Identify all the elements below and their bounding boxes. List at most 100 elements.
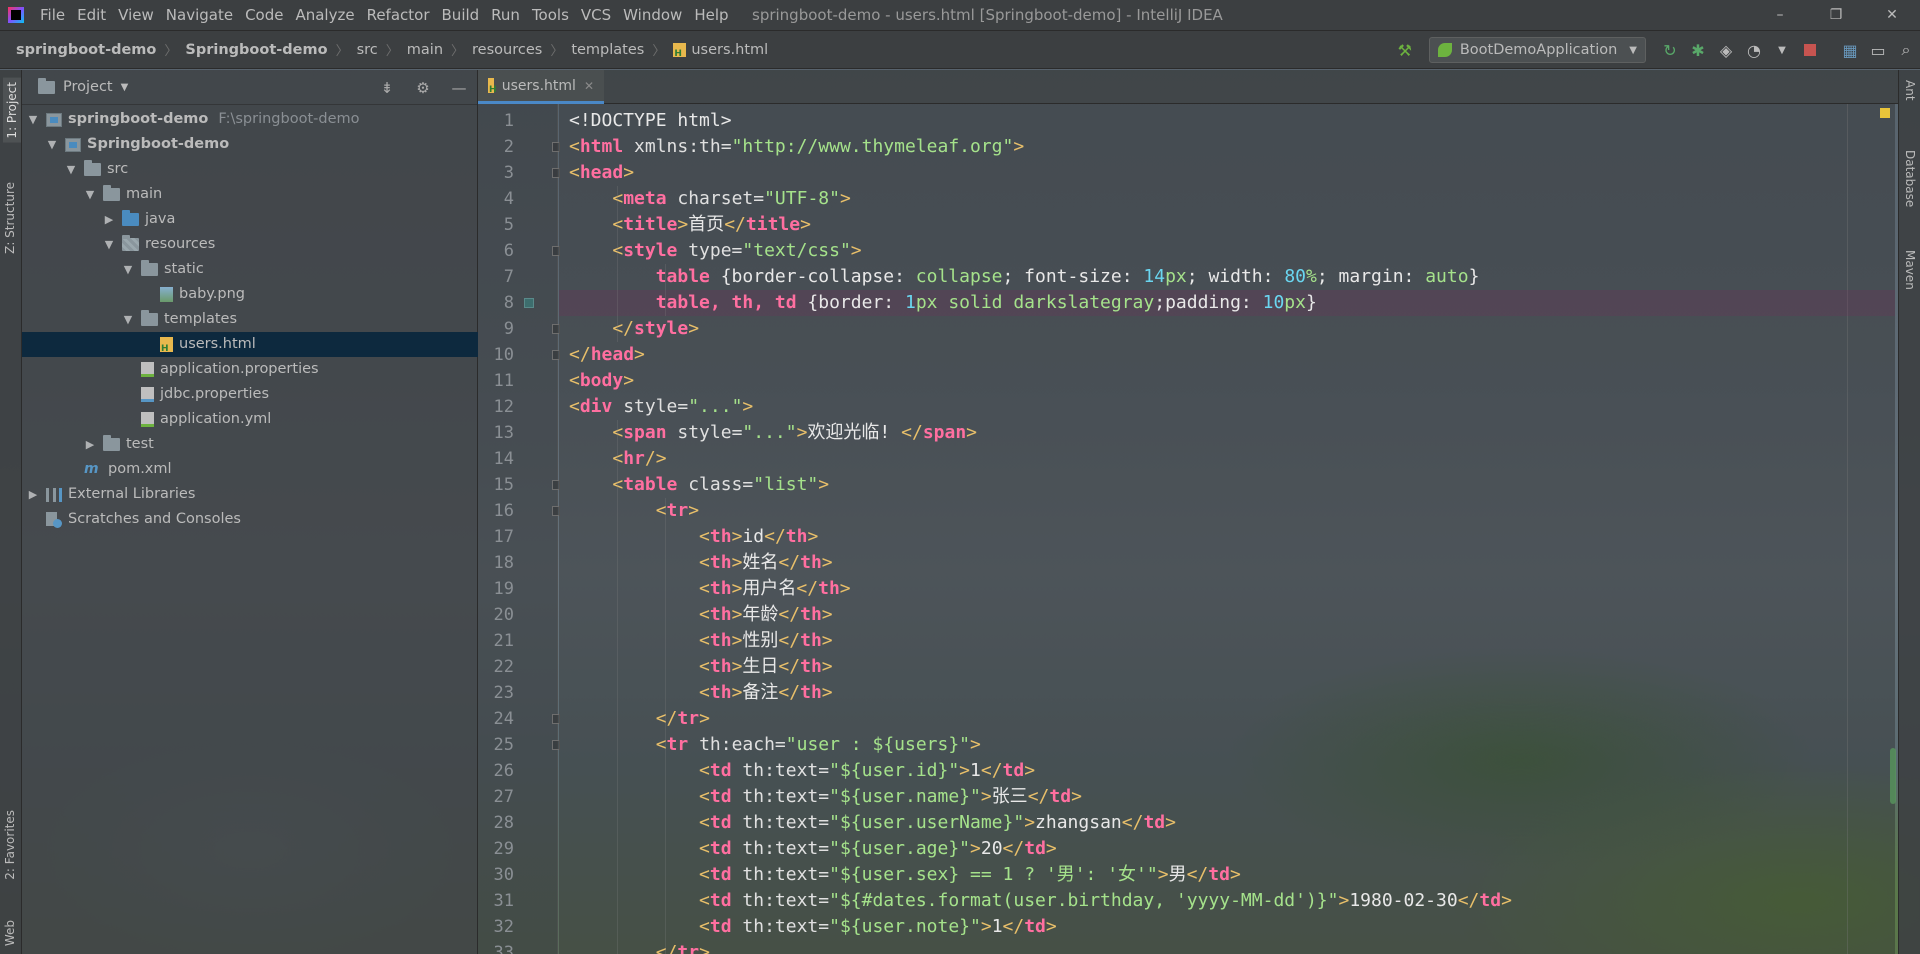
close-tab-icon[interactable]: ✕ (584, 79, 594, 93)
breadcrumb-item[interactable]: main (407, 42, 443, 58)
tab-favorites[interactable]: 2: Favorites (3, 810, 17, 880)
code-line[interactable]: <hr/> (559, 446, 1895, 472)
tree-item[interactable]: ▼ static (22, 257, 478, 282)
code-line[interactable]: <th>id</th> (559, 524, 1895, 550)
search-icon[interactable]: ⌕ (1892, 38, 1920, 62)
warning-marker[interactable] (1880, 108, 1890, 118)
scrollbar-thumb[interactable] (1890, 748, 1896, 804)
maximize-button[interactable]: ❐ (1808, 0, 1864, 31)
tree-item[interactable]: ▼ templates (22, 307, 478, 332)
hide-panel-icon[interactable]: — (441, 79, 477, 97)
tab-web[interactable]: Web (3, 920, 17, 946)
menu-item-code[interactable]: Code (239, 0, 289, 31)
profile-icon[interactable]: ◔ (1740, 38, 1768, 62)
minimize-button[interactable]: – (1752, 0, 1808, 31)
tree-item[interactable]: ▶ External Libraries (22, 482, 478, 507)
code-line[interactable]: </tr> (559, 940, 1895, 954)
more-run-options-icon[interactable]: ▼ (1768, 38, 1796, 62)
tree-item[interactable]: ▼ main (22, 182, 478, 207)
collapse-arrow-icon[interactable]: ▼ (83, 182, 97, 207)
breadcrumb-item[interactable]: resources (472, 42, 542, 58)
menu-item-view[interactable]: View (112, 0, 160, 31)
code-line[interactable]: </tr> (559, 706, 1895, 732)
tree-item[interactable]: ▼ src (22, 157, 478, 182)
tree-item[interactable]: ▶ java (22, 207, 478, 232)
tab-structure[interactable]: Z: Structure (3, 182, 17, 254)
project-structure-icon[interactable]: ▦ (1836, 38, 1864, 62)
collapse-arrow-icon[interactable]: ▼ (102, 232, 116, 257)
breadcrumb-item[interactable]: Springboot-demo (185, 42, 327, 58)
tree-item[interactable]: ▼ resources (22, 232, 478, 257)
tab-project[interactable]: 1: Project (3, 78, 21, 143)
collapse-all-icon[interactable]: ⇟ (369, 79, 405, 97)
menu-item-help[interactable]: Help (688, 0, 734, 31)
tab-database[interactable]: Database (1903, 150, 1917, 207)
code-line[interactable]: table {border-collapse: collapse; font-s… (559, 264, 1895, 290)
breadcrumb-item[interactable]: src (357, 42, 378, 58)
code-line[interactable]: <span style="...">欢迎光临! </span> (559, 420, 1895, 446)
menu-item-run[interactable]: Run (485, 0, 526, 31)
expand-arrow-icon[interactable]: ▶ (83, 432, 97, 457)
code-line[interactable]: <th>姓名</th> (559, 550, 1895, 576)
collapse-arrow-icon[interactable]: ▼ (26, 107, 40, 132)
code-line[interactable]: table, th, td {border: 1px solid darksla… (559, 290, 1895, 316)
collapse-arrow-icon[interactable]: ▼ (121, 307, 135, 332)
close-window-button[interactable]: ✕ (1864, 0, 1920, 31)
collapse-arrow-icon[interactable]: ▼ (121, 257, 135, 282)
menu-item-build[interactable]: Build (436, 0, 486, 31)
rerun-icon[interactable]: ↻ (1656, 38, 1684, 62)
code-line[interactable]: <!DOCTYPE html> (559, 108, 1895, 134)
tree-item[interactable]: application.properties (22, 357, 478, 382)
code-line[interactable]: <title>首页</title> (559, 212, 1895, 238)
tree-item[interactable]: users.html (22, 332, 478, 357)
menu-item-window[interactable]: Window (617, 0, 688, 31)
code-line[interactable]: <td th:text="${user.userName}">zhangsan<… (559, 810, 1895, 836)
tab-users-html[interactable]: users.html ✕ (478, 70, 604, 104)
tree-item[interactable]: ▶ test (22, 432, 478, 457)
tree-item[interactable]: jdbc.properties (22, 382, 478, 407)
code-editor[interactable]: <!DOCTYPE html> <html xmlns:th="http://ww… (559, 104, 1895, 954)
code-line[interactable]: <td th:text="${user.name}">张三</td> (559, 784, 1895, 810)
code-line[interactable]: <div style="..."> (559, 394, 1895, 420)
run-configuration-select[interactable]: BootDemoApplication ▼ (1428, 37, 1646, 63)
code-line[interactable]: <td th:text="${user.sex} == 1 ? '男': '女'… (559, 862, 1895, 888)
code-line[interactable]: <table class="list"> (559, 472, 1895, 498)
code-line[interactable]: <th>用户名</th> (559, 576, 1895, 602)
editor-gutter[interactable]: 1 2 3 4 5 6 7 8 9 10 11 12 13 14 15 16 17 18 19 20 21 22 23 24 2… (478, 104, 560, 954)
code-line[interactable]: <head> (559, 160, 1895, 186)
menu-item-tools[interactable]: Tools (526, 0, 575, 31)
menu-item-file[interactable]: File (34, 0, 71, 31)
debug-icon[interactable]: ✱ (1684, 38, 1712, 62)
code-line[interactable]: </style> (559, 316, 1895, 342)
menu-item-refactor[interactable]: Refactor (361, 0, 436, 31)
code-line[interactable]: <style type="text/css"> (559, 238, 1895, 264)
code-line[interactable]: </head> (559, 342, 1895, 368)
tab-ant[interactable]: Ant (1903, 80, 1917, 101)
tree-item[interactable]: ▼ springboot-demo F:\springboot-demo (22, 107, 478, 132)
menu-item-analyze[interactable]: Analyze (289, 0, 360, 31)
code-line[interactable]: <th>生日</th> (559, 654, 1895, 680)
code-line[interactable]: <td th:text="${user.age}">20</td> (559, 836, 1895, 862)
project-view-selector[interactable]: Project (63, 79, 113, 95)
tab-maven[interactable]: Maven (1903, 250, 1917, 290)
tree-item[interactable]: Scratches and Consoles (22, 507, 478, 532)
build-hammer-icon[interactable]: ⚒ (1391, 38, 1419, 62)
expand-arrow-icon[interactable]: ▶ (102, 207, 116, 232)
code-line[interactable]: <th>年龄</th> (559, 602, 1895, 628)
code-line[interactable]: <th>性别</th> (559, 628, 1895, 654)
code-line[interactable]: <tr> (559, 498, 1895, 524)
menu-item-navigate[interactable]: Navigate (160, 0, 239, 31)
coverage-icon[interactable]: ◈ (1712, 38, 1740, 62)
breadcrumb-item[interactable]: users.html (691, 42, 768, 58)
chevron-down-icon[interactable]: ▼ (121, 82, 129, 93)
code-line[interactable]: <meta charset="UTF-8"> (559, 186, 1895, 212)
code-line[interactable]: <tr th:each="user : ${users}"> (559, 732, 1895, 758)
tree-item[interactable]: baby.png (22, 282, 478, 307)
code-line[interactable]: <td th:text="${#dates.format(user.birthd… (559, 888, 1895, 914)
tree-item[interactable]: m pom.xml (22, 457, 478, 482)
breadcrumb-item[interactable]: templates (571, 42, 644, 58)
breadcrumb-item[interactable]: springboot-demo (16, 42, 156, 58)
expand-arrow-icon[interactable]: ▶ (26, 482, 40, 507)
window-layout-icon[interactable]: ▭ (1864, 38, 1892, 62)
code-line[interactable]: <body> (559, 368, 1895, 394)
